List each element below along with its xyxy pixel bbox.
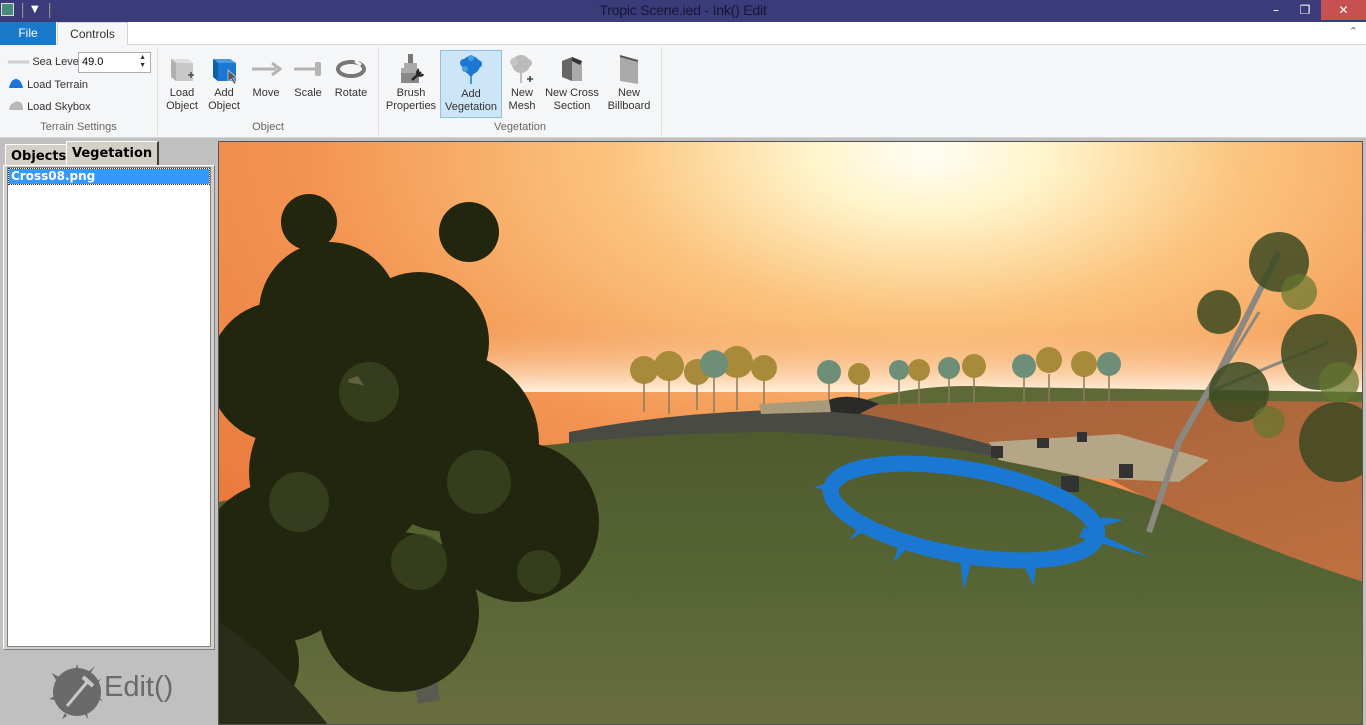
add-vegetation-button[interactable]: Add Vegetation [440, 50, 502, 118]
brush-properties-button[interactable]: Brush Properties [383, 50, 439, 118]
ribbon-tab-row: File Controls ⌃ [0, 22, 1366, 46]
group-label-object: Object [252, 121, 284, 133]
scale-label: Scale [294, 87, 322, 99]
load-terrain-button[interactable]: Load Terrain [8, 75, 88, 95]
new-cross-section-button[interactable]: New Cross Section [543, 50, 601, 118]
new-cross-section-icon [562, 57, 582, 81]
tab-controls[interactable]: Controls [57, 22, 128, 46]
sea-level-value[interactable]: 49.0 [82, 56, 103, 68]
brush-properties-icon [401, 54, 425, 83]
rotate-icon [336, 59, 366, 78]
load-skybox-label: Load Skybox [27, 101, 91, 113]
scale-icon [294, 62, 321, 76]
chevron-up-icon[interactable]: ⌃ [1349, 25, 1358, 38]
ribbon: ═══ Sea Level 49.0 ▲ ▼ Load Terrain Load … [0, 45, 1366, 138]
new-mesh-icon [510, 55, 533, 83]
tab-vegetation[interactable]: Vegetation [66, 141, 160, 166]
new-billboard-button[interactable]: New Billboard [603, 50, 655, 118]
maximize-button[interactable]: ❐ [1292, 0, 1318, 20]
skybox-icon [9, 101, 23, 110]
new-mesh-button[interactable]: New Mesh [505, 50, 539, 118]
vegetation-tab-page: Cross08.png [3, 165, 215, 650]
tab-file[interactable]: File [0, 22, 56, 45]
add-vegetation-label: Add Vegetation [445, 88, 497, 113]
add-object-icon [213, 59, 238, 85]
move-button[interactable]: Move [248, 50, 284, 118]
load-object-icon [171, 59, 194, 81]
new-mesh-label: New Mesh [508, 87, 536, 112]
load-object-label: Load Object [166, 87, 198, 112]
group-vegetation: Brush Properties Add Vegetation New Mesh… [379, 47, 662, 135]
scene-render[interactable] [219, 142, 1363, 725]
new-billboard-label: New Billboard [607, 87, 651, 112]
vegetation-list[interactable]: Cross08.png [7, 167, 211, 647]
sea-level-label: Sea Level [32, 56, 82, 68]
group-label-vegetation: Vegetation [494, 121, 546, 133]
group-label-terrain-settings: Terrain Settings [40, 121, 117, 133]
close-button[interactable]: ✕ [1321, 0, 1366, 20]
minimize-button[interactable]: – [1263, 0, 1289, 20]
scale-button[interactable]: Scale [290, 50, 326, 118]
window-title: Tropic Scene.ied - Ink() Edit [599, 2, 767, 18]
title-bar: ▼ Tropic Scene.ied - Ink() Edit – ❐ ✕ [0, 0, 1366, 22]
logo-text: Edit() [104, 671, 174, 703]
load-skybox-button[interactable]: Load Skybox [8, 97, 91, 117]
terrain-icon [9, 79, 23, 88]
move-label: Move [252, 87, 280, 99]
new-cross-section-label: New Cross Section [545, 87, 599, 112]
add-vegetation-icon [460, 55, 482, 84]
group-object: Load Object Add Object Move Scale Rotate… [158, 47, 379, 135]
list-item[interactable]: Cross08.png [8, 168, 210, 185]
add-object-button[interactable]: Add Object [204, 50, 244, 118]
move-icon [252, 61, 282, 77]
spinner-arrows[interactable]: ▲ ▼ [139, 54, 146, 70]
sea-level-input[interactable]: 49.0 ▲ ▼ [78, 52, 151, 73]
load-terrain-label: Load Terrain [27, 79, 89, 91]
scene-viewport[interactable] [218, 141, 1363, 725]
left-panel: Objects Vegetation Cross08.png Edit() [0, 139, 218, 725]
brush-properties-label: Brush Properties [385, 87, 437, 112]
rotate-button[interactable]: Rotate [330, 50, 372, 118]
sea-level-icon: ═══ [8, 57, 30, 68]
add-object-label: Add Object [208, 87, 240, 112]
group-terrain-settings: ═══ Sea Level 49.0 ▲ ▼ Load Terrain Load … [0, 47, 158, 135]
tab-objects[interactable]: Objects [5, 144, 73, 166]
new-billboard-icon [620, 55, 638, 84]
sea-level-row: ═══ Sea Level [8, 52, 81, 72]
load-object-button[interactable]: Load Object [162, 50, 202, 118]
rotate-label: Rotate [334, 87, 368, 99]
